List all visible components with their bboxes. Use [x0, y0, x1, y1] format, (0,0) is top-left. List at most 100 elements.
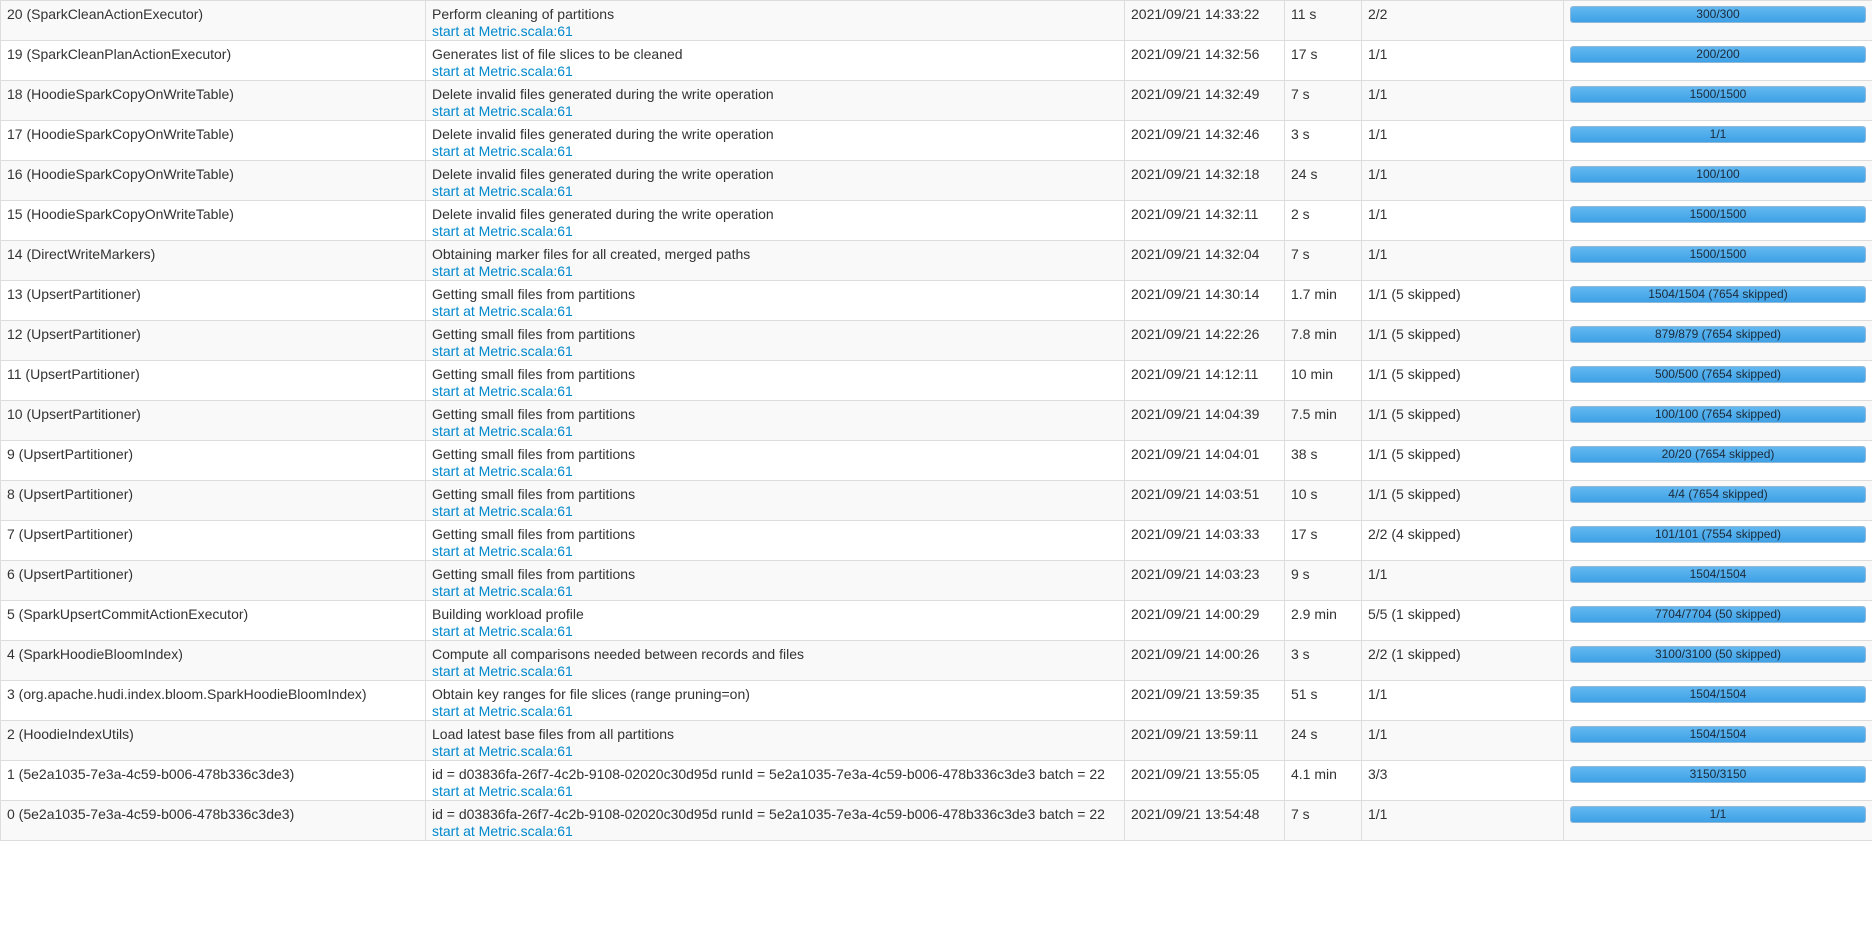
- stages-succeeded: 2/2 (1 skipped): [1368, 646, 1461, 662]
- job-id: 2 (HoodieIndexUtils): [7, 726, 134, 742]
- job-id: 4 (SparkHoodieBloomIndex): [7, 646, 183, 662]
- job-detail-link[interactable]: start at Metric.scala:61: [432, 143, 1118, 160]
- submitted-cell: 2021/09/21 14:03:23: [1124, 560, 1285, 601]
- job-detail-link[interactable]: start at Metric.scala:61: [432, 23, 1118, 40]
- job-id-cell: 10 (UpsertPartitioner): [0, 400, 426, 441]
- stages-succeeded: 1/1: [1368, 246, 1388, 262]
- stages-cell: 1/1: [1361, 40, 1564, 81]
- duration-cell: 10 min: [1284, 360, 1362, 401]
- submitted-cell: 2021/09/21 13:59:35: [1124, 680, 1285, 721]
- duration: 7 s: [1291, 86, 1310, 102]
- job-detail-link[interactable]: start at Metric.scala:61: [432, 663, 1118, 680]
- description-cell: Delete invalid files generated during th…: [425, 80, 1125, 121]
- description-cell: id = d03836fa-26f7-4c2b-9108-02020c30d95…: [425, 800, 1125, 841]
- task-progress-bar: 1504/1504 (7654 skipped): [1570, 286, 1866, 303]
- table-row: 13 (UpsertPartitioner) Getting small fil…: [0, 280, 1872, 321]
- stages-succeeded: 1/1 (5 skipped): [1368, 486, 1461, 502]
- job-id: 1 (5e2a1035-7e3a-4c59-b006-478b336c3de3): [7, 766, 295, 782]
- submitted-cell: 2021/09/21 14:32:56: [1124, 40, 1285, 81]
- job-id-cell: 18 (HoodieSparkCopyOnWriteTable): [0, 80, 426, 121]
- job-description: Getting small files from partitions: [432, 406, 636, 422]
- table-row: 16 (HoodieSparkCopyOnWriteTable) Delete …: [0, 160, 1872, 201]
- stages-cell: 1/1: [1361, 720, 1564, 761]
- task-progress-label: 500/500 (7654 skipped): [1654, 367, 1782, 381]
- task-progress-label: 20/20 (7654 skipped): [1661, 447, 1775, 461]
- job-detail-link[interactable]: start at Metric.scala:61: [432, 543, 1118, 560]
- job-detail-link[interactable]: start at Metric.scala:61: [432, 463, 1118, 480]
- job-detail-link[interactable]: start at Metric.scala:61: [432, 263, 1118, 280]
- job-detail-link[interactable]: start at Metric.scala:61: [432, 823, 1118, 840]
- job-detail-link[interactable]: start at Metric.scala:61: [432, 623, 1118, 640]
- duration-cell: 1.7 min: [1284, 280, 1362, 321]
- submitted-time: 2021/09/21 14:32:46: [1131, 126, 1260, 142]
- job-detail-link[interactable]: start at Metric.scala:61: [432, 423, 1118, 440]
- tasks-cell: 4/4 (7654 skipped): [1563, 480, 1872, 521]
- table-row: 19 (SparkCleanPlanActionExecutor) Genera…: [0, 40, 1872, 81]
- tasks-cell: 101/101 (7554 skipped): [1563, 520, 1872, 561]
- job-detail-link[interactable]: start at Metric.scala:61: [432, 303, 1118, 320]
- task-progress-bar: 500/500 (7654 skipped): [1570, 366, 1866, 383]
- job-detail-link[interactable]: start at Metric.scala:61: [432, 103, 1118, 120]
- job-description: id = d03836fa-26f7-4c2b-9108-02020c30d95…: [432, 766, 1105, 782]
- submitted-cell: 2021/09/21 14:32:11: [1124, 200, 1285, 241]
- stages-succeeded: 5/5 (1 skipped): [1368, 606, 1461, 622]
- job-detail-link[interactable]: start at Metric.scala:61: [432, 183, 1118, 200]
- task-progress-label: 1504/1504 (7654 skipped): [1648, 287, 1788, 301]
- job-id: 16 (HoodieSparkCopyOnWriteTable): [7, 166, 234, 182]
- job-detail-link[interactable]: start at Metric.scala:61: [432, 743, 1118, 760]
- description-cell: Perform cleaning of partitions start at M…: [425, 0, 1125, 41]
- task-progress-label: 100/100 (7654 skipped): [1654, 407, 1782, 421]
- task-progress-label: 200/200: [1696, 47, 1740, 61]
- job-description: id = d03836fa-26f7-4c2b-9108-02020c30d95…: [432, 806, 1105, 822]
- table-row: 3 (org.apache.hudi.index.bloom.SparkHood…: [0, 680, 1872, 721]
- stages-cell: 1/1: [1361, 240, 1564, 281]
- submitted-time: 2021/09/21 14:22:26: [1131, 326, 1260, 342]
- job-id: 7 (UpsertPartitioner): [7, 526, 134, 542]
- tasks-cell: 200/200: [1563, 40, 1872, 81]
- task-progress-bar: 1504/1504: [1570, 686, 1866, 703]
- stages-succeeded: 1/1: [1368, 46, 1388, 62]
- stages-cell: 1/1 (5 skipped): [1361, 320, 1564, 361]
- submitted-cell: 2021/09/21 14:30:14: [1124, 280, 1285, 321]
- submitted-cell: 2021/09/21 13:59:11: [1124, 720, 1285, 761]
- job-id: 20 (SparkCleanActionExecutor): [7, 6, 204, 22]
- table-row: 7 (UpsertPartitioner) Getting small file…: [0, 520, 1872, 561]
- table-row: 1 (5e2a1035-7e3a-4c59-b006-478b336c3de3)…: [0, 760, 1872, 801]
- job-detail-link[interactable]: start at Metric.scala:61: [432, 63, 1118, 80]
- stages-succeeded: 1/1: [1368, 806, 1388, 822]
- job-detail-link[interactable]: start at Metric.scala:61: [432, 223, 1118, 240]
- stages-cell: 1/1: [1361, 120, 1564, 161]
- job-detail-link[interactable]: start at Metric.scala:61: [432, 583, 1118, 600]
- tasks-cell: 3100/3100 (50 skipped): [1563, 640, 1872, 681]
- job-detail-link[interactable]: start at Metric.scala:61: [432, 383, 1118, 400]
- job-id-cell: 7 (UpsertPartitioner): [0, 520, 426, 561]
- submitted-time: 2021/09/21 14:32:04: [1131, 246, 1260, 262]
- stages-cell: 2/2 (4 skipped): [1361, 520, 1564, 561]
- task-progress-label: 1504/1504: [1689, 567, 1747, 581]
- duration-cell: 51 s: [1284, 680, 1362, 721]
- job-detail-link[interactable]: start at Metric.scala:61: [432, 503, 1118, 520]
- job-detail-link[interactable]: start at Metric.scala:61: [432, 343, 1118, 360]
- submitted-cell: 2021/09/21 14:32:49: [1124, 80, 1285, 121]
- duration-cell: 10 s: [1284, 480, 1362, 521]
- stages-succeeded: 2/2: [1368, 6, 1388, 22]
- stages-cell: 1/1: [1361, 80, 1564, 121]
- stages-succeeded: 1/1 (5 skipped): [1368, 326, 1461, 342]
- duration: 10 s: [1291, 486, 1318, 502]
- job-detail-link[interactable]: start at Metric.scala:61: [432, 783, 1118, 800]
- description-cell: id = d03836fa-26f7-4c2b-9108-02020c30d95…: [425, 760, 1125, 801]
- job-detail-link[interactable]: start at Metric.scala:61: [432, 703, 1118, 720]
- submitted-time: 2021/09/21 13:55:05: [1131, 766, 1260, 782]
- task-progress-label: 300/300: [1696, 7, 1740, 21]
- duration: 7.5 min: [1291, 406, 1337, 422]
- job-description: Delete invalid files generated during th…: [432, 166, 774, 182]
- submitted-time: 2021/09/21 14:03:23: [1131, 566, 1260, 582]
- submitted-time: 2021/09/21 14:04:39: [1131, 406, 1260, 422]
- stages-cell: 1/1 (5 skipped): [1361, 280, 1564, 321]
- task-progress-bar: 4/4 (7654 skipped): [1570, 486, 1866, 503]
- duration-cell: 24 s: [1284, 160, 1362, 201]
- task-progress-label: 879/879 (7654 skipped): [1654, 327, 1782, 341]
- job-description: Delete invalid files generated during th…: [432, 126, 774, 142]
- description-cell: Getting small files from partitions start…: [425, 440, 1125, 481]
- tasks-cell: 100/100: [1563, 160, 1872, 201]
